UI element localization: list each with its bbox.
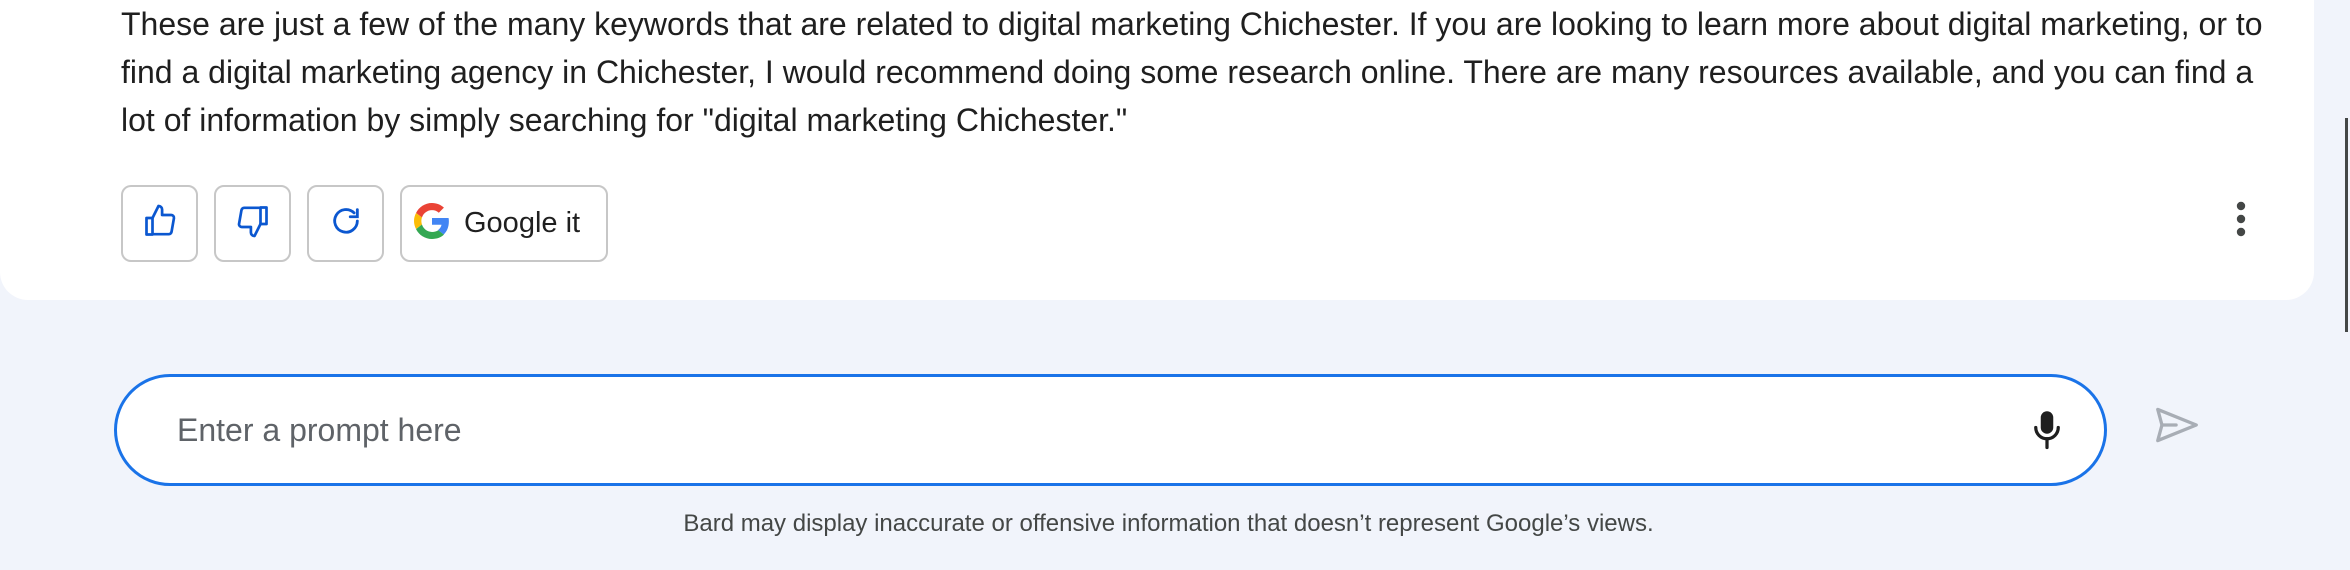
thumbs-up-icon [142, 203, 178, 244]
mic-button[interactable] [2022, 407, 2072, 457]
thumbs-up-button[interactable] [121, 185, 198, 262]
more-options-button[interactable] [2222, 196, 2260, 246]
send-icon [2155, 406, 2199, 449]
scrollbar[interactable] [2345, 118, 2348, 332]
prompt-input[interactable] [177, 401, 1977, 459]
send-button[interactable] [2150, 402, 2204, 452]
response-card: These are just a few of the many keyword… [0, 0, 2314, 300]
google-it-label: Google it [464, 207, 581, 239]
refresh-icon [329, 204, 363, 243]
disclaimer-text: Bard may display inaccurate or offensive… [683, 510, 1654, 537]
google-logo-icon [414, 203, 450, 244]
response-actions: Google it [121, 185, 608, 265]
mic-icon [2032, 410, 2062, 455]
thumbs-down-icon [235, 203, 271, 244]
thumbs-down-button[interactable] [214, 185, 291, 262]
prompt-box [114, 374, 2107, 486]
regenerate-button[interactable] [307, 185, 384, 262]
more-vert-icon [2235, 201, 2247, 242]
google-it-button[interactable]: Google it [400, 185, 608, 262]
response-text: These are just a few of the many keyword… [121, 6, 2263, 138]
